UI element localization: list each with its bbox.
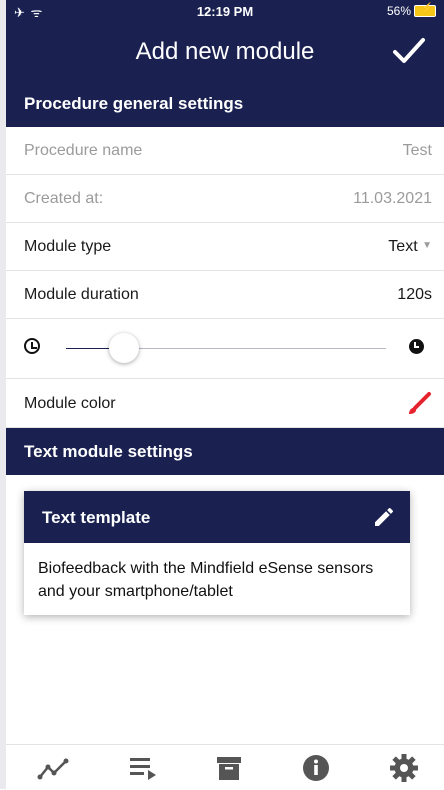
text-template-content: Biofeedback with the Mindfield eSense se… (38, 560, 374, 600)
text-settings-title: Text module settings (24, 442, 193, 461)
module-color-label: Module color (24, 395, 116, 412)
module-duration-label: Module duration (24, 286, 139, 303)
clock-filled-icon (409, 339, 424, 354)
slider-thumb[interactable] (108, 333, 139, 363)
text-template-card: Text template Biofeedback with the Mindf… (24, 491, 410, 615)
dropdown-arrow-icon: ▼ (422, 240, 432, 251)
procedure-name-value: Test (402, 142, 432, 159)
created-at-value: 11.03.2021 (353, 190, 432, 207)
module-color-row[interactable]: Module color (6, 380, 444, 428)
module-type-label: Module type (24, 238, 112, 255)
nav-archive[interactable] (209, 753, 249, 785)
clock-outline-icon (24, 338, 40, 354)
nav-charts[interactable] (32, 753, 72, 785)
text-template-title: Text template (42, 508, 151, 527)
module-type-select[interactable]: Text ▼ (388, 238, 432, 256)
nav-settings[interactable] (384, 753, 424, 785)
created-at-row: Created at: 11.03.2021 (6, 175, 444, 223)
text-settings-header: Text module settings (6, 428, 444, 475)
module-type-value: Text (388, 238, 418, 255)
module-duration-value: 120s (397, 286, 432, 303)
gear-icon (390, 754, 418, 782)
header: ✈ ᯤ 12:19 PM 56% ⚡ Add new module (6, 0, 444, 80)
module-type-row[interactable]: Module type Text ▼ (6, 223, 444, 271)
battery-status: 56% ⚡ (386, 3, 436, 18)
status-bar: ✈ ᯤ 12:19 PM 56% ⚡ (6, 0, 444, 22)
duration-slider[interactable] (66, 333, 386, 363)
confirm-button[interactable] (392, 36, 426, 74)
general-settings-title: Procedure general settings (24, 94, 244, 113)
playlist-icon (130, 758, 156, 780)
page-title: Add new module (135, 38, 315, 65)
procedure-name-label: Procedure name (24, 142, 143, 159)
info-icon (303, 755, 329, 781)
general-settings-header: Procedure general settings (6, 80, 444, 127)
chart-line-icon (37, 758, 69, 780)
pencil-icon[interactable] (372, 505, 396, 529)
app-screen: ✈ ᯤ 12:19 PM 56% ⚡ Add new module Proced… (6, 0, 444, 790)
paintbrush-icon[interactable] (406, 391, 432, 417)
text-template-header: Text template (24, 491, 410, 543)
nav-info[interactable] (296, 753, 336, 785)
bottom-navigation (6, 744, 444, 790)
duration-slider-row (6, 318, 444, 379)
archive-icon (217, 757, 241, 780)
battery-icon: ⚡ (414, 3, 436, 17)
checkmark-icon (393, 38, 425, 63)
created-at-label: Created at: (24, 190, 104, 207)
module-duration-row: Module duration 120s (6, 271, 444, 319)
status-time: 12:19 PM (196, 4, 254, 19)
procedure-name-row[interactable]: Procedure name Test (6, 127, 444, 175)
battery-percent: 56% (386, 4, 411, 18)
nav-playlist[interactable] (122, 753, 162, 785)
